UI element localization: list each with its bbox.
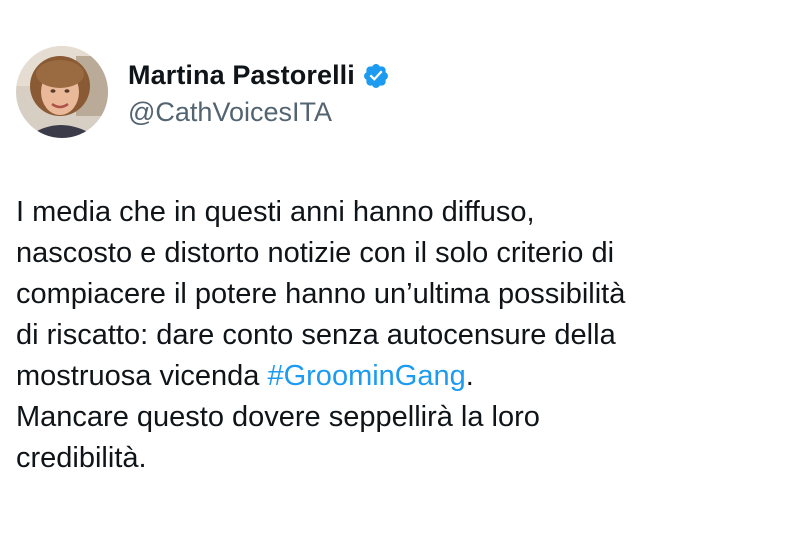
tweet-line-5-prefix: mostruosa vicenda — [16, 360, 268, 392]
author-handle[interactable]: @CathVoicesITA — [128, 97, 390, 128]
author-identity: Martina Pastorelli @CathVoicesITA — [128, 57, 390, 128]
tweet-line-3: compiacere il potere hanno un’ultima pos… — [16, 278, 626, 310]
tweet-line-5: mostruosa vicenda #GroominGang. — [16, 356, 786, 397]
tweet-card: Martina Pastorelli @CathVoicesITA I medi… — [0, 0, 800, 557]
tweet-header: Martina Pastorelli @CathVoicesITA — [16, 46, 390, 138]
tweet-line-2: nascosto e distorto notizie con il solo … — [16, 237, 615, 269]
name-row: Martina Pastorelli — [128, 57, 390, 95]
tweet-text: I media che in questi anni hanno diffuso… — [16, 192, 786, 479]
tweet-line-6: Mancare questo dovere seppellirà la loro — [16, 401, 540, 433]
tweet-line-7: credibilità. — [16, 442, 147, 474]
avatar-image — [16, 46, 108, 138]
tweet-line-1: I media che in questi anni hanno diffuso… — [16, 196, 535, 228]
hashtag-link[interactable]: #GroominGang — [267, 360, 465, 392]
avatar[interactable] — [16, 46, 108, 138]
tweet-line-5-suffix: . — [465, 360, 474, 392]
tweet-line-4: di riscatto: dare conto senza autocensur… — [16, 319, 616, 351]
author-name[interactable]: Martina Pastorelli — [128, 60, 355, 91]
verified-badge-icon — [362, 62, 390, 90]
